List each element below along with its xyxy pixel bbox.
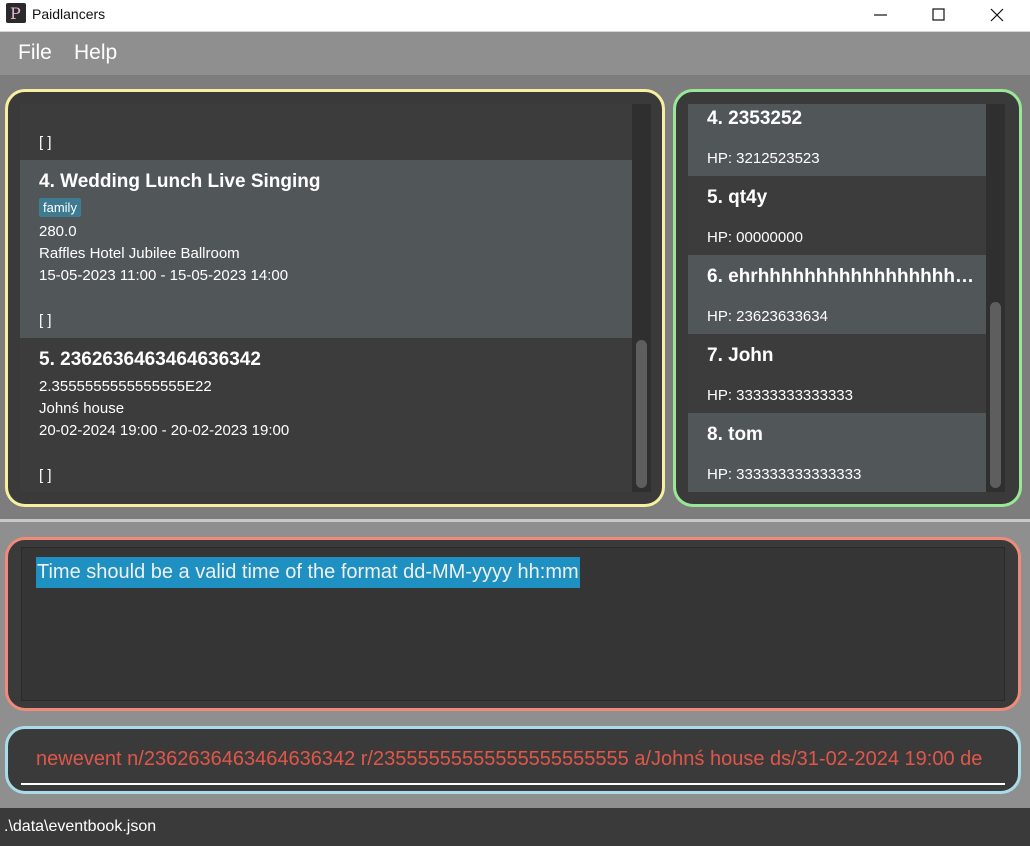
event-tags-placeholder: [ ] (39, 312, 52, 329)
close-icon (990, 8, 1004, 22)
event-tag: family (39, 198, 81, 217)
menu-help[interactable]: Help (74, 41, 117, 65)
event-card[interactable]: 4. Wedding Lunch Live Singing family 280… (20, 160, 632, 338)
menu-file[interactable]: File (18, 41, 52, 65)
person-card[interactable]: 6. ehrhhhhhhhhhhhhhhhhhhhhhh HP: 2362363… (688, 255, 986, 334)
event-list-scrollbar[interactable] (632, 104, 651, 492)
event-address: Raffles Hotel Jubilee Ballroom (39, 245, 240, 262)
person-list-scrollbar[interactable] (986, 104, 1005, 492)
event-list-scrollbar-thumb[interactable] (636, 340, 647, 488)
person-name: 6. ehrhhhhhhhhhhhhhhhhhhhhhh (707, 266, 977, 287)
menu-bar: File Help (0, 32, 1030, 75)
event-address: Johnś house (39, 400, 125, 417)
event-card[interactable]: [ ] (20, 104, 632, 160)
event-tags-placeholder: [ ] (39, 134, 52, 151)
person-name: 5. qt4y (707, 187, 768, 208)
title-bar: P Paidlancers (0, 0, 1030, 32)
person-list[interactable]: 4. 2353252 HP: 3212523523 5. qt4y HP: 00… (688, 104, 986, 492)
person-card[interactable]: 4. 2353252 HP: 3212523523 (688, 104, 986, 176)
person-phone: HP: 33333333333333 (707, 387, 853, 404)
maximize-button[interactable] (910, 0, 968, 31)
event-list[interactable]: [ ] 4. Wedding Lunch Live Singing family… (20, 104, 632, 492)
person-name: 8. tom (707, 424, 763, 445)
person-list-scrollbar-thumb[interactable] (990, 302, 1001, 488)
person-phone: HP: 3212523523 (707, 150, 820, 167)
person-card[interactable]: 7. John HP: 33333333333333 (688, 334, 986, 413)
person-phone: HP: 00000000 (707, 229, 803, 246)
event-rate: 280.0 (39, 223, 77, 240)
minimize-button[interactable] (852, 0, 910, 31)
app-logo-icon: P (6, 3, 26, 23)
status-bar: .\data\eventbook.json (0, 808, 1030, 846)
maximize-icon (932, 8, 945, 21)
command-input-text: newevent n/2362636463464636342 r/2355555… (36, 748, 983, 770)
close-button[interactable] (968, 0, 1026, 31)
event-title: 5. 2362636463464636342 (39, 349, 261, 370)
window-title: Paidlancers (32, 6, 106, 22)
person-phone: HP: 23623633634 (707, 308, 828, 325)
person-phone: HP: 333333333333333 (707, 466, 862, 483)
event-time: 20-02-2024 19:00 - 20-02-2023 19:00 (39, 422, 290, 439)
person-card[interactable]: 5. qt4y HP: 00000000 (688, 176, 986, 255)
event-card[interactable]: 5. 2362636463464636342 2.355555555555555… (20, 338, 632, 492)
event-tags-placeholder: [ ] (39, 467, 52, 484)
result-message: Time should be a valid time of the forma… (36, 557, 580, 588)
minimize-icon (874, 14, 887, 16)
event-title: 4. Wedding Lunch Live Singing (39, 171, 321, 192)
event-rate: 2.3555555555555555E22 (39, 378, 212, 395)
storage-path: .\data\eventbook.json (4, 818, 157, 835)
svg-text:P: P (10, 4, 21, 23)
person-name: 7. John (707, 345, 774, 366)
person-name: 4. 2353252 (707, 108, 803, 129)
split-divider[interactable] (0, 519, 1030, 522)
person-card[interactable]: 8. tom HP: 333333333333333 (688, 413, 986, 492)
event-time: 15-05-2023 11:00 - 15-05-2023 14:00 (39, 267, 289, 284)
